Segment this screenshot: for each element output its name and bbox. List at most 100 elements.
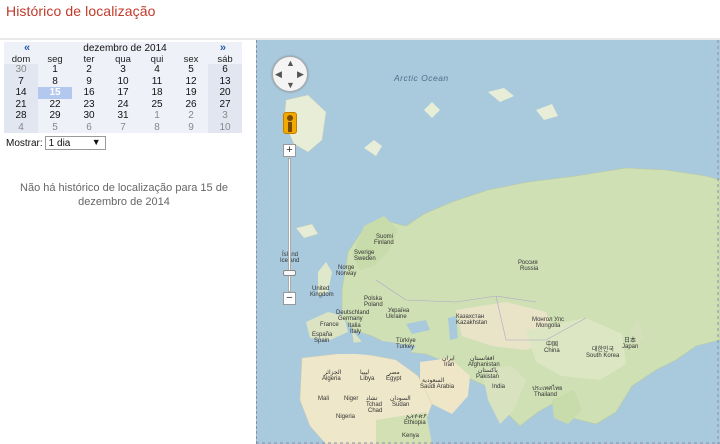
day-cell[interactable]: 29 [38,110,72,122]
day-cell[interactable]: 11 [140,76,174,88]
day-cell[interactable]: 20 [208,87,242,99]
no-history-message: Não há histórico de localização para 15 … [20,182,228,208]
map-label: Kingdom [310,292,334,298]
day-cell[interactable]: 4 [140,64,174,76]
map-label: Iran [444,362,455,368]
weekday-sab: sáb [217,54,233,65]
day-cell[interactable]: 17 [106,87,140,99]
map-label: Kenya [402,433,420,439]
zoom-out-button[interactable]: − [283,292,296,305]
day-cell[interactable]: 14 [4,87,38,99]
day-cell-selected[interactable]: 15 [38,87,72,99]
map-label: Libya [360,376,375,382]
map-label: China [544,348,560,354]
map-view[interactable]: Arctic Ocean Suomi Finland Sverige Swede… [256,40,720,444]
day-cell[interactable]: 5 [174,64,208,76]
map-label: Pakistan [476,374,500,380]
show-range-value: 1 dia [48,137,71,149]
day-cell[interactable]: 3 [208,110,242,122]
map-label: Thailand [534,392,558,398]
map-label: Mongolia [536,323,561,329]
map-label: Nigeria [336,414,356,420]
day-cell[interactable]: 1 [140,110,174,122]
day-cell[interactable]: 1 [38,64,72,76]
map-label: Mali [318,396,330,402]
day-cell[interactable]: 26 [174,99,208,111]
show-range-select[interactable]: 1 dia ▼ [44,136,106,150]
map-label: South Korea [586,353,620,359]
map-label: Algeria [322,376,341,382]
pegman-body [288,122,292,132]
map-label: Saudi Arabia [420,384,455,390]
pan-left-icon[interactable]: ◀ [275,70,282,79]
day-cell[interactable]: 30 [4,64,38,76]
map-edge [256,40,258,444]
month-title: dezembro de 2014 [83,43,167,54]
day-cell[interactable]: 25 [140,99,174,111]
weekday-ter: ter [83,54,95,65]
prev-month-button[interactable]: « [24,43,30,54]
calendar-grid: dom seg ter qua qui sex sáb 30 1 2 3 4 5… [4,55,242,133]
day-cell[interactable]: 8 [38,76,72,88]
day-cell[interactable]: 24 [106,99,140,111]
ocean-label: Arctic Ocean [394,73,449,83]
map-label: Ukraine [386,314,407,320]
next-month-button[interactable]: » [220,43,226,54]
pegman-head [287,115,293,121]
pan-down-icon[interactable]: ▼ [286,81,295,90]
day-cell[interactable]: 5 [38,122,72,134]
day-cell[interactable]: 21 [4,98,38,110]
street-view-pegman-icon[interactable] [283,112,297,134]
day-cell[interactable]: 23 [72,99,106,111]
map-label: Sudan [392,402,410,408]
day-cell[interactable]: 10 [106,76,140,88]
day-cell[interactable]: 16 [72,87,106,99]
calendar: « dezembro de 2014 » dom seg ter qua qui… [4,42,242,133]
weekday-seg: seg [47,54,63,65]
day-cell[interactable]: 27 [208,98,242,110]
day-cell[interactable]: 7 [4,75,38,87]
day-cell[interactable]: 13 [208,75,242,87]
day-cell[interactable]: 22 [38,99,72,111]
show-range-row: Mostrar: 1 dia ▼ [6,136,106,150]
day-cell[interactable]: 2 [174,110,208,122]
pan-control[interactable]: ▲ ▼ ◀ ▶ [272,56,308,92]
map-label: Niger [344,396,359,402]
day-cell[interactable]: 7 [106,122,140,134]
zoom-in-button[interactable]: + [283,144,296,157]
day-cell[interactable]: 3 [106,64,140,76]
weekday-qui: qui [150,54,164,65]
day-cell[interactable]: 6 [208,64,242,76]
day-cell[interactable]: 10 [208,121,242,133]
map-label: Turkey [396,344,415,350]
map-label: Finland [374,240,394,246]
map-label: Egypt [386,376,402,382]
day-cell[interactable]: 28 [4,110,38,122]
day-cell[interactable]: 31 [106,110,140,122]
zoom-slider-handle[interactable] [283,270,296,276]
map-label: Ethiopia [404,420,426,426]
map-label: Kazakhstan [456,320,488,326]
day-cell[interactable]: 30 [72,110,106,122]
map-label: India [492,384,506,390]
day-cell[interactable]: 19 [174,87,208,99]
show-label: Mostrar: [6,137,43,149]
weekday-sex: sex [183,54,199,65]
map-label: Norway [336,271,357,277]
map-label: Poland [364,302,383,308]
map-label: France [320,322,339,328]
map-label: Spain [314,338,330,344]
day-cell[interactable]: 8 [140,122,174,134]
day-cell[interactable]: 9 [72,76,106,88]
map-label: Italy [350,329,362,335]
map-label: Chad [368,408,383,414]
day-cell[interactable]: 4 [4,121,38,133]
day-cell[interactable]: 18 [140,87,174,99]
pan-up-icon[interactable]: ▲ [286,59,295,68]
day-cell[interactable]: 9 [174,122,208,134]
pan-right-icon[interactable]: ▶ [297,70,304,79]
day-cell[interactable]: 6 [72,122,106,134]
day-cell[interactable]: 2 [72,64,106,76]
dropdown-arrow-icon: ▼ [91,137,101,147]
day-cell[interactable]: 12 [174,76,208,88]
